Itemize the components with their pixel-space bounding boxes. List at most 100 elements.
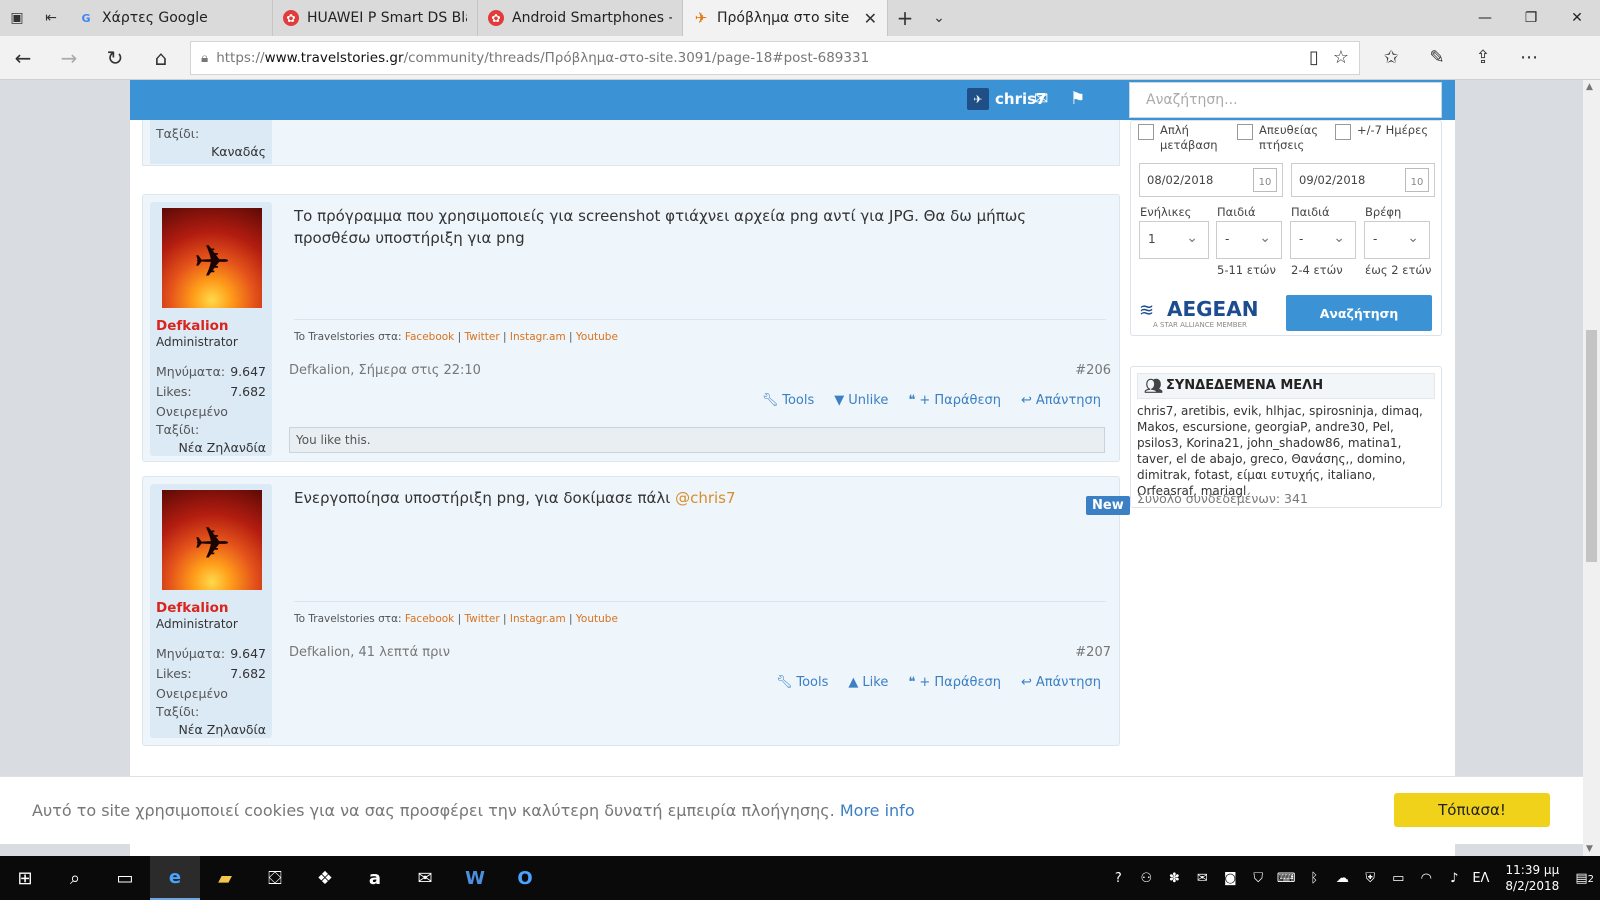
- keyboard-icon[interactable]: ⌨: [1276, 871, 1296, 886]
- favorites-hub-icon[interactable]: ✩: [1368, 47, 1414, 68]
- date-from-input[interactable]: 08/02/2018 10: [1139, 163, 1283, 197]
- members-list[interactable]: chris7, aretibis, evik, hlhjac, spirosni…: [1137, 403, 1437, 499]
- signature-link-youtube[interactable]: Youtube: [576, 613, 618, 625]
- quote-button[interactable]: ❝ + Παράθεση: [908, 675, 1001, 690]
- tab-huawei[interactable]: ✿ HUAWEI P Smart DS Black A: [273, 0, 478, 36]
- checkbox-one-way[interactable]: Απλή μετάβαση: [1138, 123, 1218, 153]
- task-view-icon[interactable]: ▭: [100, 856, 150, 900]
- signature-link-twitter[interactable]: Twitter: [464, 613, 499, 625]
- children-small-select[interactable]: - ⌄: [1290, 221, 1356, 259]
- tab-android-smartphones[interactable]: ✿ Android Smartphones - Κιν: [478, 0, 683, 36]
- post-number[interactable]: #207: [1075, 645, 1111, 660]
- share-icon[interactable]: ⇪: [1460, 47, 1506, 68]
- avatar[interactable]: ✈: [162, 490, 262, 590]
- home-icon[interactable]: ⌂: [138, 36, 184, 80]
- new-tab-icon[interactable]: +: [888, 0, 922, 36]
- refresh-icon[interactable]: ↻: [92, 36, 138, 80]
- wifi-icon[interactable]: ◠: [1416, 871, 1436, 886]
- restore-icon[interactable]: ❐: [1508, 0, 1554, 36]
- signature-link-youtube[interactable]: Youtube: [576, 331, 618, 343]
- reply-button[interactable]: ↩ Απάντηση: [1021, 393, 1101, 408]
- calendar-icon[interactable]: 10: [1405, 168, 1429, 192]
- app-tray-icon[interactable]: ✽: [1164, 871, 1184, 886]
- file-explorer-icon[interactable]: ▰: [200, 856, 250, 900]
- forward-icon[interactable]: →: [46, 36, 92, 80]
- more-info-link[interactable]: More info: [840, 801, 915, 820]
- reply-button[interactable]: ↩ Απάντηση: [1021, 675, 1101, 690]
- input-language[interactable]: ΕΛ: [1472, 871, 1489, 886]
- help-icon[interactable]: ?: [1108, 871, 1128, 886]
- page-scrollbar[interactable]: ▲ ▼: [1583, 80, 1600, 856]
- tab-preview-chevron-icon[interactable]: ⌄: [922, 0, 956, 36]
- post-number[interactable]: #206: [1075, 363, 1111, 378]
- notifications-icon[interactable]: ▤2: [1575, 871, 1594, 886]
- signature-link-instagram[interactable]: Instagr.am: [510, 613, 566, 625]
- checkbox-square[interactable]: [1237, 124, 1253, 140]
- unlike-button[interactable]: ▼ Unlike: [834, 393, 888, 408]
- checkbox-flexible-days[interactable]: +/-7 Ημέρες: [1335, 123, 1428, 140]
- mail-tray-icon[interactable]: ✉: [1192, 871, 1212, 886]
- checkbox-direct[interactable]: Απευθείας πτήσεις: [1237, 123, 1318, 153]
- author-name[interactable]: Defkalion: [156, 600, 228, 616]
- children-select[interactable]: - ⌄: [1216, 221, 1282, 259]
- people-icon[interactable]: ⚇: [1136, 871, 1156, 886]
- signature-link-instagram[interactable]: Instagr.am: [510, 331, 566, 343]
- site-search-input[interactable]: Αναζήτηση...: [1129, 82, 1442, 118]
- cookie-accept-button[interactable]: Τόπιασα!: [1394, 793, 1550, 827]
- checkbox-square[interactable]: [1335, 124, 1351, 140]
- onedrive-icon[interactable]: ☁: [1332, 871, 1352, 886]
- tab-manager-icon[interactable]: ▣: [0, 0, 34, 36]
- signature-link-facebook[interactable]: Facebook: [405, 613, 454, 625]
- bluetooth-icon[interactable]: ᛒ: [1304, 871, 1324, 886]
- security-icon[interactable]: ⛨: [1360, 871, 1380, 886]
- checkbox-square[interactable]: [1138, 124, 1154, 140]
- adults-select[interactable]: 1 ⌄: [1139, 221, 1209, 259]
- scroll-down-icon[interactable]: ▼: [1586, 844, 1593, 854]
- post-meta[interactable]: Defkalion, 41 λεπτά πριν: [289, 645, 450, 660]
- tab-travelstories-active[interactable]: ✈ Πρόβλημα στο site | Σε ✕: [683, 0, 888, 36]
- quote-button[interactable]: ❝ + Παράθεση: [908, 393, 1001, 408]
- outlook-icon[interactable]: O: [500, 856, 550, 900]
- close-window-icon[interactable]: ✕: [1554, 0, 1600, 36]
- reading-view-icon[interactable]: ▯: [1309, 47, 1319, 68]
- word-icon[interactable]: W: [450, 856, 500, 900]
- flag-icon[interactable]: ⚑: [1070, 89, 1085, 109]
- tools-button[interactable]: 🔧︎ Tools: [776, 675, 829, 690]
- date-to-input[interactable]: 09/02/2018 10: [1291, 163, 1435, 197]
- close-tab-icon[interactable]: ✕: [864, 9, 877, 28]
- mention-link[interactable]: @chris7: [675, 489, 735, 507]
- battery-icon[interactable]: ▭: [1388, 871, 1408, 886]
- flight-search-button[interactable]: Αναζήτηση: [1286, 295, 1432, 331]
- tab-google-maps[interactable]: G Χάρτες Google: [68, 0, 273, 36]
- web-note-icon[interactable]: ✎: [1414, 47, 1460, 68]
- avatar[interactable]: ✈: [162, 208, 262, 308]
- favorite-star-icon[interactable]: ☆: [1333, 47, 1349, 68]
- edge-browser-icon[interactable]: e: [150, 856, 200, 900]
- search-icon[interactable]: ⌕: [50, 856, 100, 900]
- scroll-up-icon[interactable]: ▲: [1586, 82, 1593, 92]
- signature-link-facebook[interactable]: Facebook: [405, 331, 454, 343]
- more-menu-icon[interactable]: ⋯: [1506, 47, 1552, 68]
- store-icon[interactable]: ⛋: [250, 856, 300, 900]
- dropbox-icon[interactable]: ❖: [300, 856, 350, 900]
- clock[interactable]: 11:39 μμ 8/2/2018: [1505, 862, 1559, 894]
- aegean-logo[interactable]: ≋ AEGEAN A STAR ALLIANCE MEMBER: [1139, 297, 1275, 331]
- post-meta[interactable]: Defkalion, Σήμερα στις 22:10: [289, 363, 481, 378]
- windows-start-icon[interactable]: ⊞: [0, 856, 50, 900]
- scrollbar-thumb[interactable]: [1586, 330, 1597, 562]
- set-aside-tabs-icon[interactable]: ⇤: [34, 0, 68, 36]
- like-button[interactable]: ▲ Like: [848, 675, 888, 690]
- volume-icon[interactable]: ♪: [1444, 871, 1464, 886]
- amazon-icon[interactable]: a: [350, 856, 400, 900]
- antivirus-icon[interactable]: ⛉: [1248, 871, 1268, 886]
- back-icon[interactable]: ←: [0, 36, 46, 80]
- outlook-tray-icon[interactable]: ◙: [1220, 871, 1240, 886]
- minimize-icon[interactable]: —: [1462, 0, 1508, 36]
- mail-icon[interactable]: ✉: [400, 856, 450, 900]
- infants-select[interactable]: - ⌄: [1364, 221, 1430, 259]
- tools-button[interactable]: 🔧︎ Tools: [762, 393, 815, 408]
- url-field[interactable]: 🔒︎ https://www.travelstories.gr/communit…: [190, 40, 1360, 75]
- author-name[interactable]: Defkalion: [156, 318, 228, 334]
- calendar-icon[interactable]: 10: [1253, 168, 1277, 192]
- signature-link-twitter[interactable]: Twitter: [464, 331, 499, 343]
